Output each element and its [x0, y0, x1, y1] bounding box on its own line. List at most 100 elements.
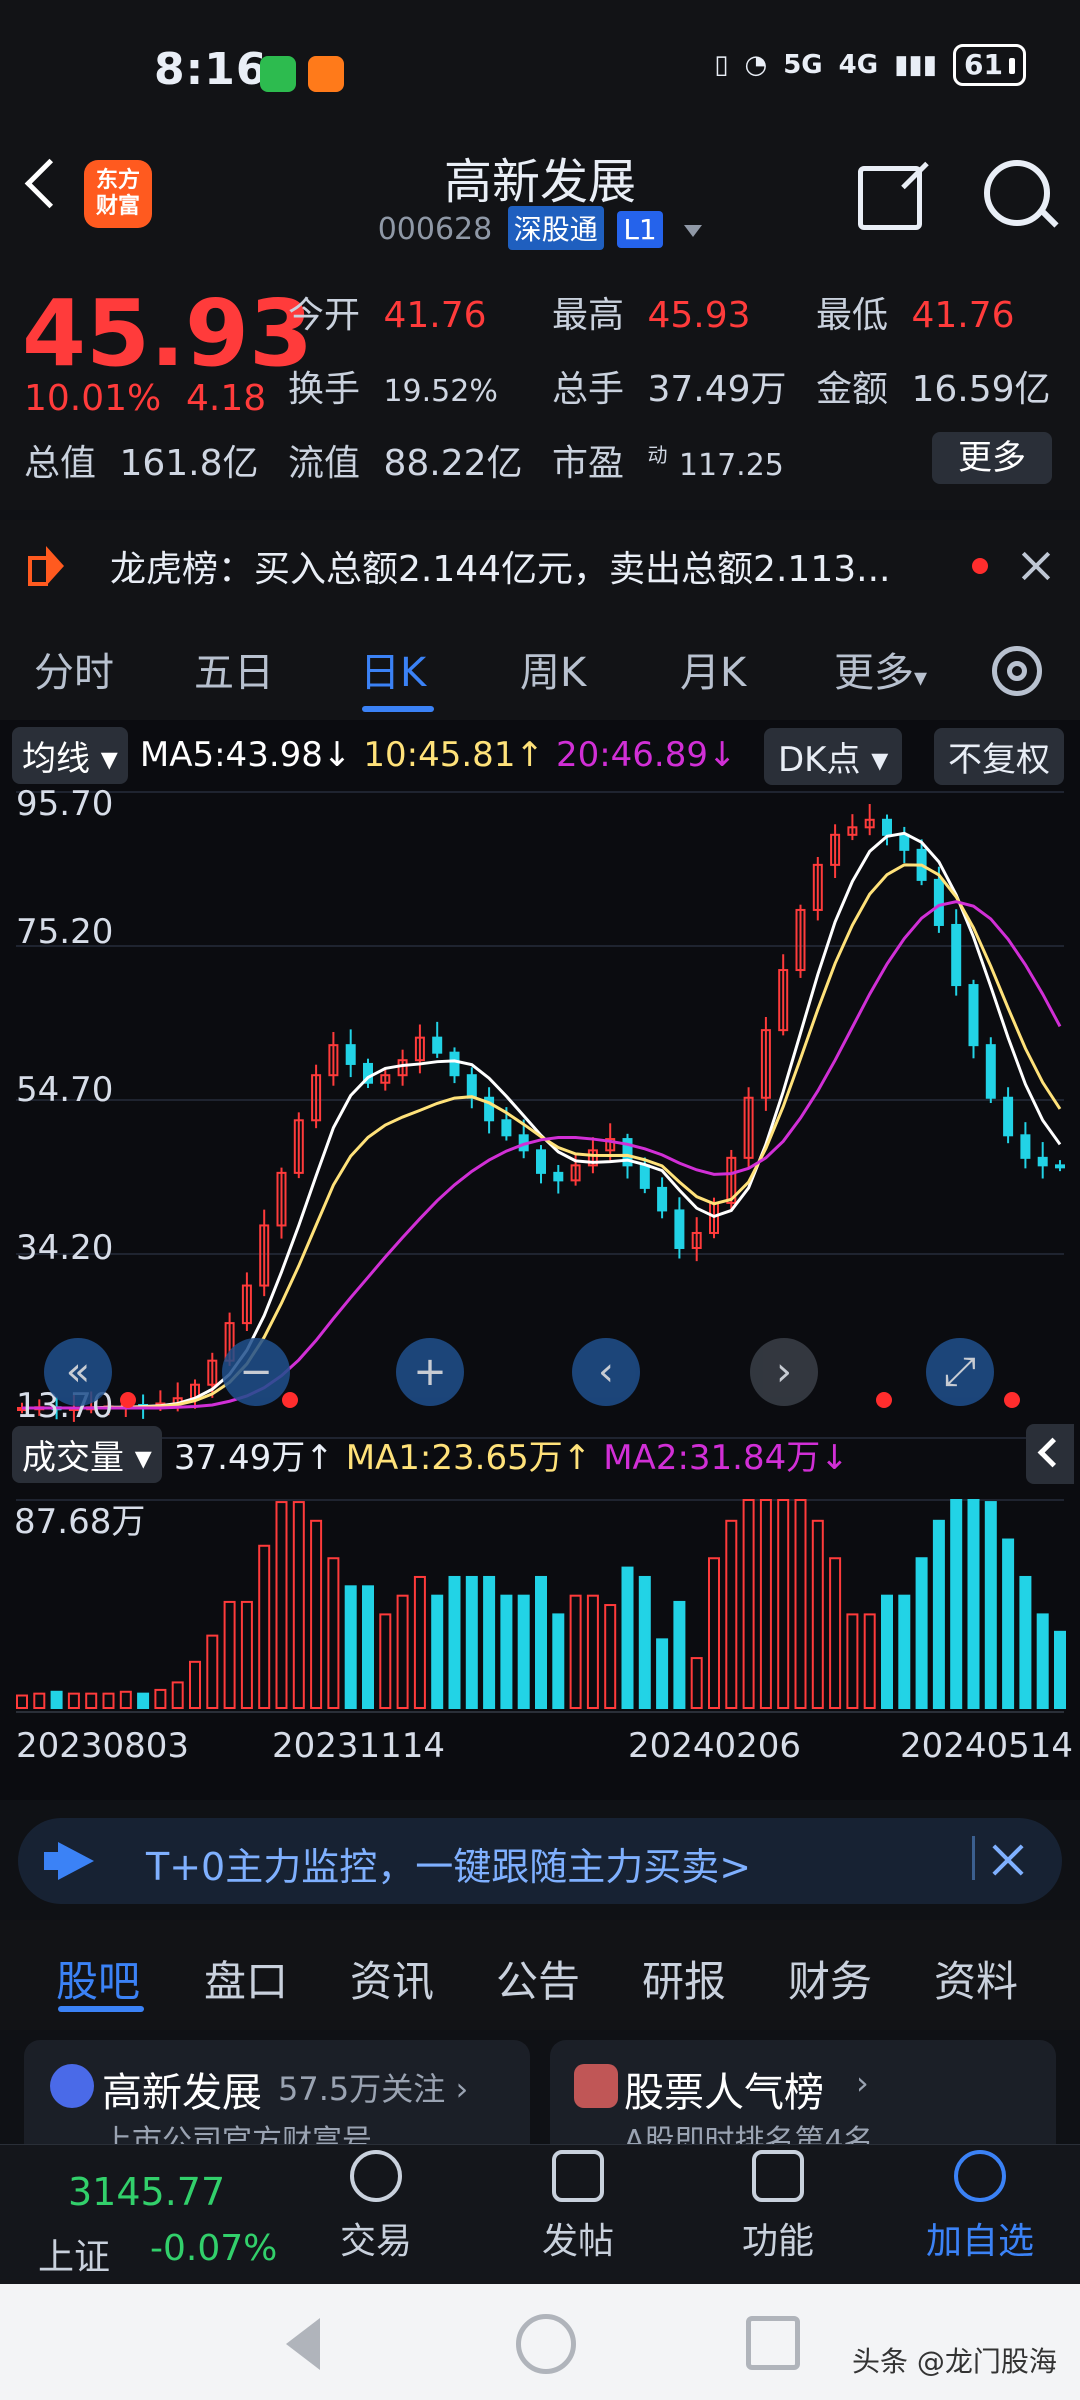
ma20-value: 20:46.89↓	[555, 735, 737, 775]
chevron-down-icon[interactable]	[684, 224, 703, 237]
volume-bar	[50, 1690, 63, 1710]
app-notification-icon	[308, 56, 344, 92]
volume-selector-label: 成交量	[22, 1438, 124, 1478]
nav-trade[interactable]: 交易	[306, 2150, 446, 2264]
share-icon[interactable]	[858, 166, 922, 230]
nav-add-watchlist[interactable]: 加自选	[910, 2150, 1050, 2264]
market-tag: 深股通	[507, 206, 604, 250]
ma-selector[interactable]: 均线 ▾	[12, 726, 128, 784]
fullscreen-button[interactable]: ⤢	[926, 1338, 994, 1406]
volume-bar	[1019, 1575, 1032, 1710]
candle-body	[432, 1036, 443, 1054]
volume-bar	[586, 1594, 599, 1709]
tab-daily-k[interactable]: 日K	[360, 640, 426, 698]
volume-bar	[223, 1600, 236, 1709]
volume-value: 37.49万	[647, 369, 787, 410]
network-4g: 4G	[838, 50, 879, 80]
candle-body	[1037, 1156, 1048, 1167]
candle-body	[639, 1164, 650, 1189]
popularity-card[interactable]: 股票人气榜 › A股即时排名第4名	[550, 2040, 1056, 2160]
yen-icon	[350, 2150, 402, 2202]
tab-five-day[interactable]: 五日	[194, 640, 274, 698]
prev-button[interactable]: ‹	[572, 1338, 640, 1406]
tab-finance[interactable]: 财务	[788, 1948, 872, 2009]
volume-bar	[863, 1613, 876, 1710]
x-label-3: 20240206	[628, 1726, 802, 1766]
candle-body	[1020, 1134, 1031, 1159]
promo-text[interactable]: T+0主力监控，一键跟随主力买卖>	[146, 1836, 751, 1891]
candle-body	[345, 1044, 356, 1065]
quote-row-1c: 最低 41.76	[816, 286, 1015, 338]
nav-functions[interactable]: 功能	[708, 2150, 848, 2264]
more-quote-button[interactable]: 更多	[932, 432, 1052, 484]
candle-body	[985, 1044, 996, 1099]
kline-chart[interactable]	[0, 720, 1080, 1800]
gear-icon[interactable]	[992, 646, 1042, 696]
plus-circle-icon	[954, 2150, 1006, 2202]
volume-bar	[621, 1566, 634, 1709]
x-label-4: 20240514	[900, 1726, 1074, 1766]
dk-point-button[interactable]: DK点 ▾	[764, 728, 903, 785]
chevron-right-icon: ›	[856, 2064, 869, 2102]
volume-bar	[327, 1557, 340, 1709]
vibrate-icon: ▯	[714, 50, 729, 80]
system-recent-icon[interactable]	[746, 2316, 800, 2370]
close-icon[interactable]	[990, 1840, 1026, 1876]
adjustment-button[interactable]: 不复权	[934, 728, 1064, 785]
tab-guba[interactable]: 股吧	[56, 1948, 140, 2009]
volume-bar	[171, 1681, 184, 1710]
y-label-3: 54.70	[16, 1070, 114, 1110]
tab-monthly-k[interactable]: 月K	[680, 640, 746, 698]
index-name: 上证	[38, 2237, 111, 2278]
network-5g: 5G	[783, 50, 823, 80]
tab-weekly-k[interactable]: 周K	[520, 640, 586, 698]
volume-selector[interactable]: 成交量 ▾	[12, 1426, 162, 1483]
volume-bar	[344, 1585, 357, 1710]
tab-announcements[interactable]: 公告	[496, 1948, 580, 2009]
volume-bar	[189, 1660, 201, 1709]
system-back-icon[interactable]	[286, 2318, 320, 2370]
active-info-tab-indicator	[58, 2006, 144, 2012]
tab-news[interactable]: 资讯	[350, 1948, 434, 2009]
system-home-icon[interactable]	[516, 2314, 576, 2374]
zoom-out-button[interactable]: −	[222, 1338, 290, 1406]
tab-pankou[interactable]: 盘口	[204, 1948, 288, 2009]
candle-body	[657, 1186, 668, 1212]
chart-svg	[16, 791, 1066, 1713]
ma-selector-label: 均线	[22, 738, 90, 779]
next-button[interactable]: ›	[750, 1338, 818, 1406]
quote-row-1: 今开 41.76	[288, 286, 487, 338]
volume-bar	[119, 1690, 132, 1709]
close-icon[interactable]	[1018, 548, 1052, 582]
quote-row-1b: 最高 45.93	[552, 286, 751, 338]
status-bar: 8:16 ▯ ◔ 5G 4G ▮▮▮ 61	[0, 0, 1080, 150]
candle-body	[882, 818, 892, 836]
tab-profile[interactable]: 资料	[934, 1948, 1018, 2009]
signal-dot	[876, 1392, 892, 1408]
nav-post[interactable]: 发帖	[508, 2150, 648, 2264]
volume-bar	[396, 1594, 409, 1709]
volume-ma1: MA1:23.65万↑	[345, 1438, 592, 1478]
search-icon[interactable]	[984, 160, 1050, 226]
quote-row-3c: 市盈 动 117.25	[552, 434, 784, 486]
tab-more[interactable]: 更多▾	[834, 640, 927, 698]
dk-point-label: DK点	[778, 740, 861, 780]
tab-intraday[interactable]: 分时	[34, 640, 114, 698]
level-tag: L1	[617, 211, 663, 248]
candle-body	[933, 878, 944, 926]
collapse-panel-button[interactable]	[1026, 1424, 1074, 1484]
volume-bar	[33, 1692, 46, 1710]
company-card[interactable]: 高新发展 57.5万关注 › 上市公司官方财富号	[24, 2040, 530, 2160]
zoom-in-button[interactable]: +	[396, 1338, 464, 1406]
double-left-button[interactable]: «	[44, 1338, 112, 1406]
amount-value: 16.59亿	[911, 369, 1051, 410]
notice-text[interactable]: 龙虎榜：买入总额2.144亿元，卖出总额2.113...	[110, 540, 890, 592]
volume-bar	[483, 1575, 496, 1710]
signal-dot	[1004, 1392, 1020, 1408]
tab-research[interactable]: 研报	[642, 1948, 726, 2009]
volume-bar	[777, 1499, 790, 1709]
volume-bar	[310, 1519, 323, 1709]
watermark-text: 头条 @龙门股海	[852, 2345, 1057, 2378]
signal-dot	[120, 1392, 136, 1408]
volume-bar	[690, 1657, 703, 1710]
